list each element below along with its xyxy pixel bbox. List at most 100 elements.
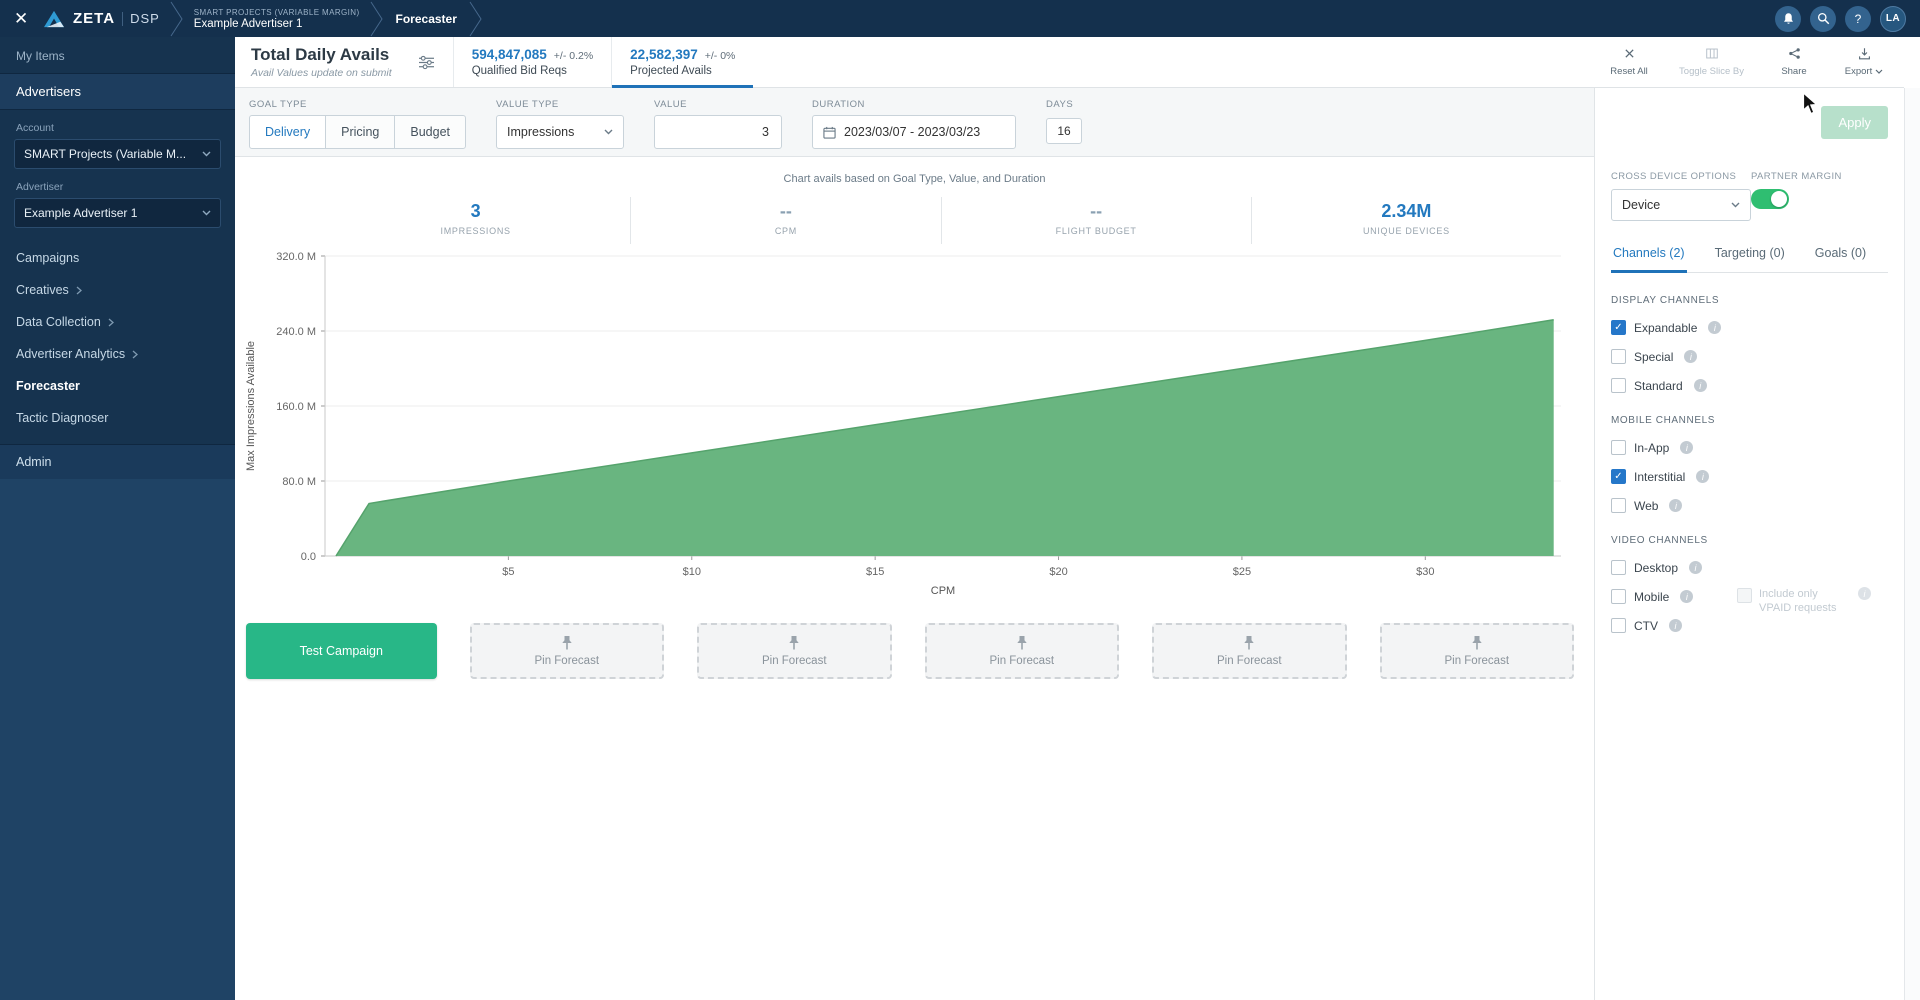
pin-forecast-label: Pin Forecast <box>1444 655 1509 667</box>
pin-forecast-slot[interactable]: Pin Forecast <box>1380 623 1575 679</box>
partner-margin-toggle[interactable] <box>1751 189 1789 209</box>
reset-icon <box>1623 47 1636 63</box>
goal-option-delivery[interactable]: Delivery <box>249 115 326 149</box>
pin-forecast-slot[interactable]: Pin Forecast <box>697 623 892 679</box>
pin-forecast-slot[interactable]: Pin Forecast <box>1152 623 1347 679</box>
sidebar-section-advertisers[interactable]: Advertisers <box>0 73 235 110</box>
zeta-logo[interactable]: ZETA DSP <box>42 9 160 29</box>
goal-option-pricing[interactable]: Pricing <box>325 115 395 149</box>
pin-forecast-slot[interactable]: Pin Forecast <box>925 623 1120 679</box>
info-icon[interactable]: i <box>1669 619 1682 632</box>
checkbox-row-web[interactable]: Web i <box>1611 498 1682 513</box>
checkbox-ctv[interactable] <box>1611 618 1626 633</box>
checkbox-row-in-app[interactable]: In-App i <box>1611 440 1693 455</box>
duration-datepicker[interactable]: 2023/03/07 - 2023/03/23 <box>812 115 1016 149</box>
stat-tab-qualified-bid-reqs[interactable]: 594,847,085 +/- 0.2% Qualified Bid Reqs <box>453 37 611 87</box>
checkbox-standard[interactable] <box>1611 378 1626 393</box>
checkbox-in-app[interactable] <box>1611 440 1626 455</box>
info-icon[interactable]: i <box>1669 499 1682 512</box>
checkbox-row-desktop[interactable]: Desktop i <box>1611 560 1702 575</box>
sidebar-item-creatives[interactable]: Creatives <box>0 274 235 306</box>
vpaid-label: Include only VPAID requests <box>1759 587 1851 616</box>
tab-targeting-0[interactable]: Targeting (0) <box>1713 237 1787 273</box>
checkbox-row-expandable[interactable]: ✓ Expandable i <box>1611 320 1721 335</box>
pin-icon <box>787 635 801 651</box>
info-icon[interactable]: i <box>1694 379 1707 392</box>
breadcrumb-page[interactable]: Forecaster <box>384 12 469 26</box>
checkbox-row-mobile[interactable]: Mobile i <box>1611 589 1693 604</box>
action-label: Toggle Slice By <box>1679 66 1744 77</box>
sidebar-item-label: Advertiser Analytics <box>16 347 125 361</box>
account-select[interactable]: SMART Projects (Variable M... <box>14 139 221 169</box>
cross-device-select[interactable]: Device <box>1611 189 1751 221</box>
scrollbar-track[interactable] <box>1904 88 1920 1000</box>
checkbox-web[interactable] <box>1611 498 1626 513</box>
checkbox-desktop[interactable] <box>1611 560 1626 575</box>
info-icon[interactable]: i <box>1696 470 1709 483</box>
header-actions: Reset All Toggle Slice By Share Export <box>1609 37 1904 87</box>
checkbox-mobile[interactable] <box>1611 589 1626 604</box>
breadcrumb-account[interactable]: SMART PROJECTS (VARIABLE MARGIN) Example… <box>184 8 370 30</box>
sidebar-item-advertiser-analytics[interactable]: Advertiser Analytics <box>0 338 235 370</box>
pin-icon <box>1242 635 1256 651</box>
toggle-slice-by-button[interactable]: Toggle Slice By <box>1679 47 1744 77</box>
value-type-select[interactable]: Impressions <box>496 115 624 149</box>
section-video-channels: VIDEO CHANNELS Desktop i Mobile i CTV i … <box>1611 535 1888 633</box>
value-input[interactable] <box>654 115 782 149</box>
checkbox-vpaid[interactable] <box>1737 588 1752 603</box>
share-button[interactable]: Share <box>1774 47 1814 77</box>
stat-tab-projected-avails[interactable]: 22,582,397 +/- 0% Projected Avails <box>611 37 753 87</box>
close-icon[interactable]: ✕ <box>14 9 36 29</box>
reset-all-button[interactable]: Reset All <box>1609 47 1649 77</box>
pin-forecast-label: Pin Forecast <box>989 655 1054 667</box>
sidebar-item-forecaster[interactable]: Forecaster <box>0 370 235 402</box>
info-icon[interactable]: i <box>1680 441 1693 454</box>
checkbox-label: CTV <box>1634 619 1658 633</box>
pin-icon <box>1470 635 1484 651</box>
cross-device-label: CROSS DEVICE OPTIONS <box>1611 171 1751 182</box>
user-avatar[interactable]: LA <box>1880 6 1906 32</box>
tab-channels-2[interactable]: Channels (2) <box>1611 237 1687 273</box>
checkbox-row-standard[interactable]: Standard i <box>1611 378 1707 393</box>
checkbox-interstitial[interactable]: ✓ <box>1611 469 1626 484</box>
notifications-button[interactable] <box>1775 6 1801 32</box>
tab-goals-0[interactable]: Goals (0) <box>1813 237 1868 273</box>
sidebar-item-data-collection[interactable]: Data Collection <box>0 306 235 338</box>
chevron-right-icon <box>108 318 114 327</box>
section-display-channels: DISPLAY CHANNELS ✓ Expandable i Special … <box>1611 295 1888 393</box>
info-icon[interactable]: i <box>1858 587 1871 600</box>
goal-option-budget[interactable]: Budget <box>394 115 466 149</box>
sidebar-item-my-items[interactable]: My Items <box>0 37 235 73</box>
help-button[interactable]: ? <box>1845 6 1871 32</box>
apply-button[interactable]: Apply <box>1821 106 1888 139</box>
checkbox-row-special[interactable]: Special i <box>1611 349 1697 364</box>
pin-forecast-slot[interactable]: Pin Forecast <box>470 623 665 679</box>
cross-device-row: CROSS DEVICE OPTIONS Device PARTNER MARG… <box>1611 171 1888 221</box>
sidebar-section-admin[interactable]: Admin <box>0 444 235 479</box>
sidebar-item-campaigns[interactable]: Campaigns <box>0 242 235 274</box>
checkbox-label: Special <box>1634 350 1673 364</box>
stat-delta: +/- 0% <box>705 50 736 62</box>
chart-metric-impressions: 3 IMPRESSIONS <box>321 197 630 244</box>
checkbox-row-interstitial[interactable]: ✓ Interstitial i <box>1611 469 1709 484</box>
export-button[interactable]: Export <box>1844 47 1884 77</box>
topbar-actions: ? LA <box>1775 6 1906 32</box>
info-icon[interactable]: i <box>1708 321 1721 334</box>
info-icon[interactable]: i <box>1689 561 1702 574</box>
info-icon[interactable]: i <box>1680 590 1693 603</box>
advertiser-select[interactable]: Example Advertiser 1 <box>14 198 221 228</box>
avails-sliders-icon[interactable] <box>418 37 435 87</box>
account-label: Account <box>0 110 235 139</box>
checkbox-special[interactable] <box>1611 349 1626 364</box>
checkbox-row-ctv[interactable]: CTV i <box>1611 618 1682 633</box>
question-icon: ? <box>1855 12 1862 26</box>
sidebar-nav: Campaigns Creatives Data Collection Adve… <box>0 242 235 434</box>
sidebar-item-tactic-diagnoser[interactable]: Tactic Diagnoser <box>0 402 235 434</box>
forecast-slot-active[interactable]: Test Campaign <box>246 623 437 679</box>
section-title: MOBILE CHANNELS <box>1611 415 1888 426</box>
search-button[interactable] <box>1810 6 1836 32</box>
checkbox-expandable[interactable]: ✓ <box>1611 320 1626 335</box>
breadcrumb-advertiser-name: Example Advertiser 1 <box>194 18 360 30</box>
info-icon[interactable]: i <box>1684 350 1697 363</box>
svg-text:CPM: CPM <box>931 585 955 597</box>
